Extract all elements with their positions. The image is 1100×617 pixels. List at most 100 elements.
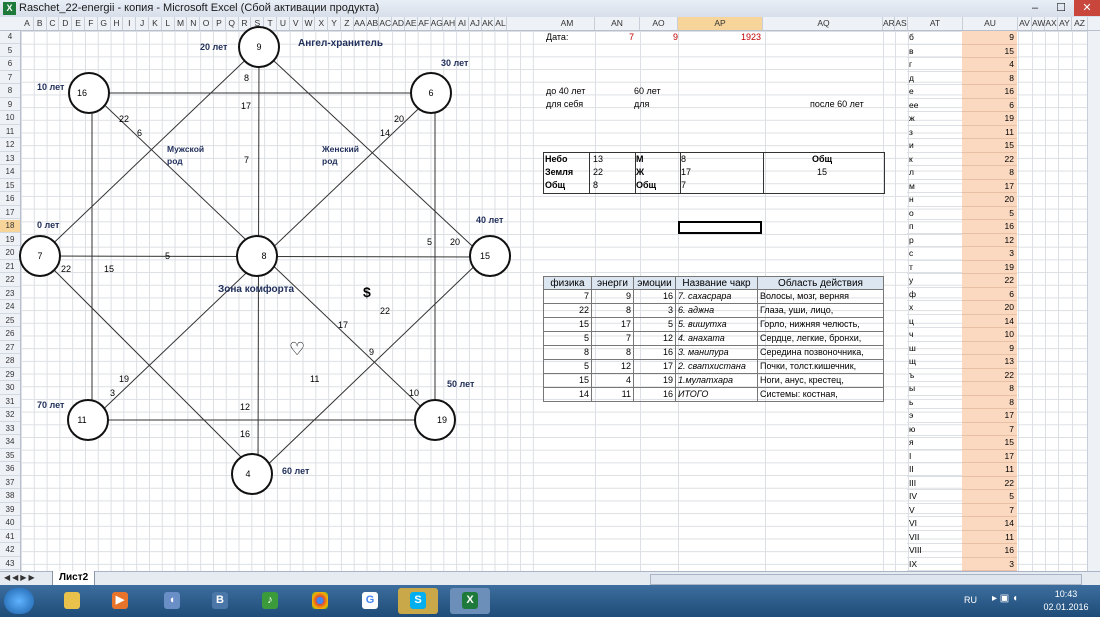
- letter-value-cell[interactable]: 16: [962, 220, 1017, 234]
- table-cell[interactable]: 7: [543, 290, 592, 304]
- table-cell[interactable]: 4: [592, 374, 634, 388]
- letter-value-cell[interactable]: 11: [962, 530, 1017, 544]
- letter-cell[interactable]: я: [907, 436, 962, 450]
- column-header[interactable]: AY: [1058, 17, 1072, 30]
- letter-cell[interactable]: д: [907, 72, 962, 85]
- letter-value-cell[interactable]: 20: [962, 301, 1017, 315]
- column-header[interactable]: AT: [908, 17, 963, 30]
- letter-cell[interactable]: IX: [907, 558, 962, 571]
- letter-cell[interactable]: ы: [907, 382, 962, 396]
- letter-cell[interactable]: щ: [907, 355, 962, 369]
- table-cell[interactable]: 16: [634, 346, 676, 360]
- table-cell[interactable]: Середина позвоночника,: [758, 346, 884, 360]
- table-cell[interactable]: 12: [592, 360, 634, 374]
- letter-cell[interactable]: I: [907, 450, 962, 463]
- sky-value[interactable]: 13: [593, 153, 603, 165]
- letter-cell[interactable]: ф: [907, 288, 962, 301]
- letter-value-cell[interactable]: 6: [962, 287, 1017, 301]
- table-cell[interactable]: 11: [592, 388, 634, 402]
- letter-value-cell[interactable]: 11: [962, 125, 1017, 139]
- table-cell[interactable]: 8: [543, 346, 592, 360]
- date-day[interactable]: 7: [618, 31, 634, 43]
- letter-cell[interactable]: з: [907, 126, 962, 139]
- table-cell[interactable]: 7. сахасрара: [676, 290, 758, 304]
- column-header[interactable]: AZ: [1072, 17, 1088, 30]
- table-cell[interactable]: 1.мулатхара: [676, 374, 758, 388]
- letter-value-cell[interactable]: 17: [962, 449, 1017, 463]
- table-cell[interactable]: 4. анахата: [676, 332, 758, 346]
- table-cell[interactable]: 3: [634, 304, 676, 318]
- letter-value-cell[interactable]: 17: [962, 179, 1017, 193]
- sheet-tab[interactable]: Лист2: [52, 571, 96, 586]
- letter-cell[interactable]: г: [907, 58, 962, 72]
- table-cell[interactable]: 3. манипура: [676, 346, 758, 360]
- letter-value-cell[interactable]: 3: [962, 247, 1017, 261]
- letter-cell[interactable]: ж: [907, 112, 962, 126]
- letter-cell[interactable]: л: [907, 166, 962, 180]
- table-cell[interactable]: Системы: костная,: [758, 388, 884, 402]
- letter-cell[interactable]: р: [907, 234, 962, 247]
- clock-time[interactable]: 10:43: [1042, 588, 1090, 600]
- speaker-icon[interactable]: ◖: [152, 588, 192, 614]
- letter-cell[interactable]: к: [907, 153, 962, 166]
- letter-cell[interactable]: т: [907, 261, 962, 274]
- female-sum-value[interactable]: 17: [681, 166, 691, 178]
- table-cell[interactable]: Волосы, мозг, верняя: [758, 290, 884, 304]
- letter-value-cell[interactable]: 8: [962, 71, 1017, 85]
- letter-value-cell[interactable]: 15: [962, 436, 1017, 450]
- table-cell[interactable]: 19: [634, 374, 676, 388]
- table-cell[interactable]: 16: [634, 388, 676, 402]
- letter-cell[interactable]: м: [907, 180, 962, 193]
- table-cell[interactable]: Сердце, легкие, бронхи,: [758, 332, 884, 346]
- letter-cell[interactable]: х: [907, 301, 962, 315]
- letter-cell[interactable]: VIII: [907, 544, 962, 558]
- table-cell[interactable]: 15: [543, 318, 592, 332]
- explorer-icon[interactable]: [52, 588, 92, 614]
- letter-value-cell[interactable]: 6: [962, 98, 1017, 112]
- letter-value-cell[interactable]: 22: [962, 274, 1017, 288]
- letter-cell[interactable]: ее: [907, 99, 962, 112]
- total-value[interactable]: 15: [817, 166, 827, 178]
- vk-icon[interactable]: B: [200, 588, 240, 614]
- table-cell[interactable]: Горло, нижняя челюсть,: [758, 318, 884, 332]
- letter-cell[interactable]: б: [907, 31, 962, 45]
- column-header[interactable]: AQ: [765, 17, 883, 30]
- table-cell[interactable]: 5: [634, 318, 676, 332]
- earth-value[interactable]: 22: [593, 166, 603, 178]
- letter-value-cell[interactable]: 19: [962, 112, 1017, 126]
- table-cell[interactable]: ИТОГО: [676, 388, 758, 402]
- letter-value-cell[interactable]: 14: [962, 314, 1017, 328]
- letter-value-cell[interactable]: 9: [962, 31, 1017, 45]
- selected-cell[interactable]: [678, 221, 762, 234]
- sheet-nav-icon[interactable]: ◀◀▶▶: [4, 573, 37, 582]
- letter-cell[interactable]: э: [907, 409, 962, 423]
- column-header[interactable]: AP: [678, 17, 763, 30]
- letter-cell[interactable]: у: [907, 274, 962, 288]
- table-cell[interactable]: 7: [592, 332, 634, 346]
- clock-date[interactable]: 02.01.2016: [1036, 601, 1096, 613]
- letter-cell[interactable]: IV: [907, 490, 962, 504]
- letter-cell[interactable]: V: [907, 504, 962, 517]
- media-player-icon[interactable]: ▶: [100, 588, 140, 614]
- table-cell[interactable]: 5: [543, 332, 592, 346]
- table-cell[interactable]: 5: [543, 360, 592, 374]
- table-cell[interactable]: Ноги, анус, крестец,: [758, 374, 884, 388]
- letter-value-cell[interactable]: 8: [962, 382, 1017, 396]
- letter-cell[interactable]: III: [907, 477, 962, 490]
- male-sum-value[interactable]: 8: [681, 153, 686, 165]
- letter-value-cell[interactable]: 11: [962, 463, 1017, 477]
- letter-value-cell[interactable]: 7: [962, 503, 1017, 517]
- letter-value-cell[interactable]: 22: [962, 476, 1017, 490]
- column-header[interactable]: AX: [1045, 17, 1058, 30]
- close-button[interactable]: ✕: [1074, 0, 1100, 16]
- letter-value-cell[interactable]: 8: [962, 395, 1017, 409]
- column-header[interactable]: AO: [640, 17, 678, 30]
- letter-value-cell[interactable]: 15: [962, 44, 1017, 58]
- vertical-scrollbar[interactable]: [1087, 31, 1100, 571]
- column-header[interactable]: AS: [895, 17, 908, 30]
- table-cell[interactable]: Глаза, уши, лицо,: [758, 304, 884, 318]
- table-cell[interactable]: 16: [634, 290, 676, 304]
- letter-cell[interactable]: о: [907, 207, 962, 220]
- letter-value-cell[interactable]: 8: [962, 166, 1017, 180]
- letter-value-cell[interactable]: 3: [962, 557, 1017, 571]
